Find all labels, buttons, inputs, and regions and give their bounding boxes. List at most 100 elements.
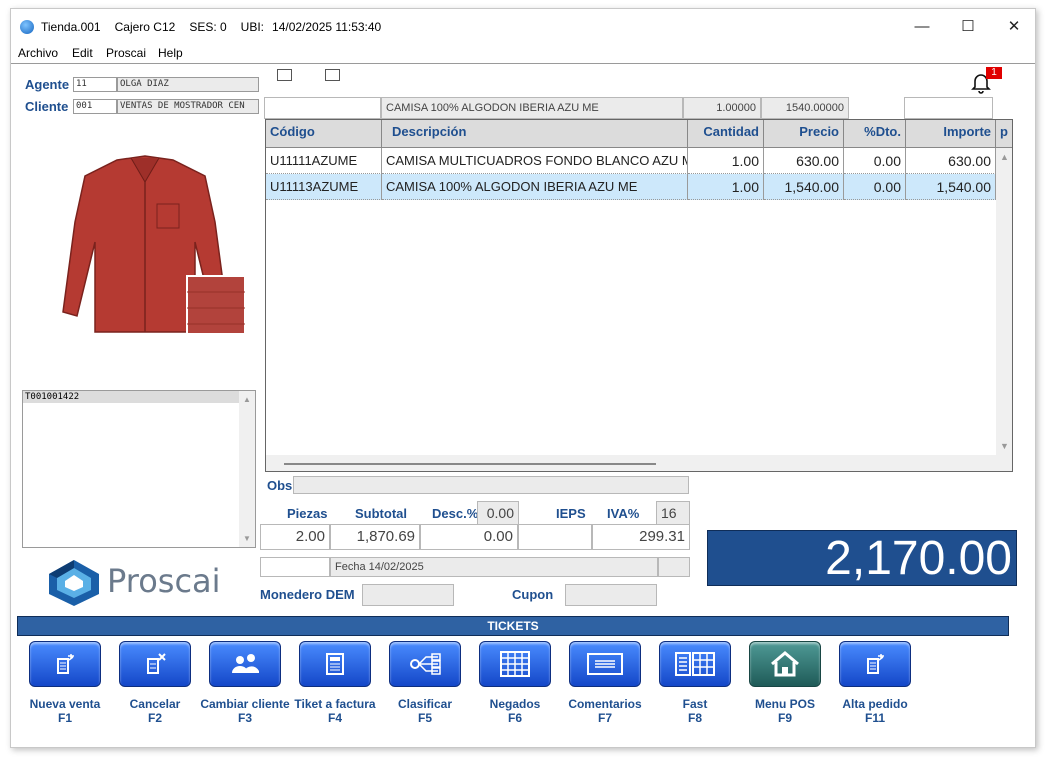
brand-text: Proscai [107,562,221,600]
piezas-label: Piezas [287,506,328,521]
monedero-field[interactable] [362,584,454,606]
fecha-prefix-field[interactable] [260,557,330,577]
cell-dto: 0.00 [844,148,906,174]
cell-descripcion: CAMISA 100% ALGODON IBERIA AZU ME [382,174,688,200]
cliente-label: Cliente [25,99,69,114]
nueva-venta-button[interactable] [29,641,101,687]
scroll-up-arrow-icon[interactable]: ▲ [243,395,251,404]
title-ses: SES: 0 [189,20,227,34]
button-key-text: F5 [417,711,432,725]
desc-pct-field[interactable]: 0.00 [477,501,519,525]
scroll-up-arrow-icon[interactable]: ▲ [1000,152,1009,162]
agente-name-field[interactable]: OLGA DIAZ [117,77,259,92]
button-key-text: F11 [864,711,885,725]
ticket-list-item[interactable]: T001001422 [23,391,239,403]
menu-archivo[interactable]: Archivo [18,46,58,60]
button-label-text: Clasificar [397,697,453,711]
grid-icon [500,651,530,677]
entry-quantity-field[interactable]: 1.00000 [683,97,761,119]
menu-help[interactable]: Help [158,46,183,60]
notification-bell-icon[interactable]: 1 [969,67,1002,94]
minimize-button[interactable]: — [899,15,945,39]
obs-field[interactable] [293,476,689,494]
menu-proscai[interactable]: Proscai [106,46,146,60]
close-button[interactable]: ✕ [991,15,1037,39]
fecha-extra-field [658,557,690,577]
cell-importe: 630.00 [906,148,996,174]
menu-bar: Archivo Edit Proscai Help [11,43,1035,63]
col-dto-header[interactable]: %Dto. [844,120,906,148]
menu-pos-button[interactable] [749,641,821,687]
title-ubi: UBI: [240,20,265,34]
items-grid: Código Descripción Cantidad Precio %Dto.… [265,119,1013,472]
cliente-name-field[interactable]: VENTAS DE MOSTRADOR CEN [117,99,259,114]
cancel-doc-icon [147,653,166,674]
alta-pedido-button[interactable] [839,641,911,687]
cambiar-cliente-button[interactable] [209,641,281,687]
clasificar-button[interactable] [389,641,461,687]
main-content: Agente 11 OLGA DIAZ Cliente 001 VENTAS D… [11,63,1035,749]
col-descripcion-header[interactable]: Descripción [382,120,688,148]
entry-extra-input[interactable] [904,97,993,119]
clasificar-label: Clasificar F5 [377,697,473,725]
new-order-icon [867,654,884,674]
button-label-text: Cancelar [129,697,181,711]
button-key-text: F6 [507,711,522,725]
iva-label: IVA% [607,506,640,521]
title-bar: Tienda.001 Cajero C12 SES: 0 UBI: 14/02/2025… [11,9,1035,43]
agente-label: Agente [25,77,70,92]
button-label-text: Cambiar cliente [200,697,290,711]
tiket-a-factura-label: Tiket a factura F4 [287,697,383,725]
entry-code-input[interactable] [264,97,381,119]
cancelar-button[interactable] [119,641,191,687]
option-checkbox-2[interactable] [325,69,340,81]
new-sale-icon [57,654,74,674]
desc-label: Desc.% [432,506,479,521]
option-checkbox-1[interactable] [277,69,292,81]
agente-code-field[interactable]: 11 [73,77,117,92]
cell-importe: 1,540.00 [906,174,996,200]
button-label-text: Comentarios [568,697,642,711]
ticket-list[interactable]: T001001422 ▲ ▼ [22,390,256,548]
menu-edit[interactable]: Edit [72,46,93,60]
ticket-list-scrollbar[interactable]: ▲ ▼ [239,391,255,547]
monedero-label: Monedero DEM [260,587,355,602]
grid-vertical-scrollbar[interactable]: ▲ ▼ [996,148,1012,455]
cell-dto: 0.00 [844,174,906,200]
negados-button[interactable] [479,641,551,687]
cambiar-cliente-label: Cambiar cliente F3 [197,697,293,725]
button-label-text: Fast [682,697,708,711]
button-label-text: Menu POS [754,697,815,711]
col-precio-header[interactable]: Precio [764,120,844,148]
button-key-text: F2 [147,711,162,725]
product-image [45,152,246,342]
menu-pos-label: Menu POS F9 [737,697,833,725]
scroll-down-arrow-icon[interactable]: ▼ [243,534,251,543]
button-key-text: F1 [57,711,72,725]
tiket-a-factura-button[interactable] [299,641,371,687]
entry-price-field[interactable]: 1540.00000 [761,97,849,119]
horizontal-scroll-thumb[interactable] [284,463,656,465]
ieps-label: IEPS [556,506,586,521]
iva-pct-field[interactable]: 16 [656,501,690,525]
fast-button[interactable] [659,641,731,687]
cell-precio: 630.00 [764,148,844,174]
scroll-down-arrow-icon[interactable]: ▼ [1000,441,1009,451]
col-codigo-header[interactable]: Código [266,120,382,148]
grid-horizontal-scrollbar[interactable] [266,455,1012,471]
home-icon [771,651,799,677]
cupon-label: Cupon [512,587,554,602]
alta-pedido-label: Alta pedido F11 [827,697,923,725]
cliente-code-field[interactable]: 001 [73,99,117,114]
invoice-icon [326,653,344,675]
col-cantidad-header[interactable]: Cantidad [688,120,764,148]
col-importe-header[interactable]: Importe [906,120,996,148]
comentarios-button[interactable] [569,641,641,687]
maximize-button[interactable]: ☐ [945,15,991,39]
cupon-field[interactable] [565,584,657,606]
button-label-text: Negados [489,697,541,711]
button-key-text: F9 [777,711,792,725]
button-key-text: F7 [597,711,612,725]
tickets-bar: TICKETS [17,616,1009,636]
col-p-header[interactable]: p [996,120,1012,148]
